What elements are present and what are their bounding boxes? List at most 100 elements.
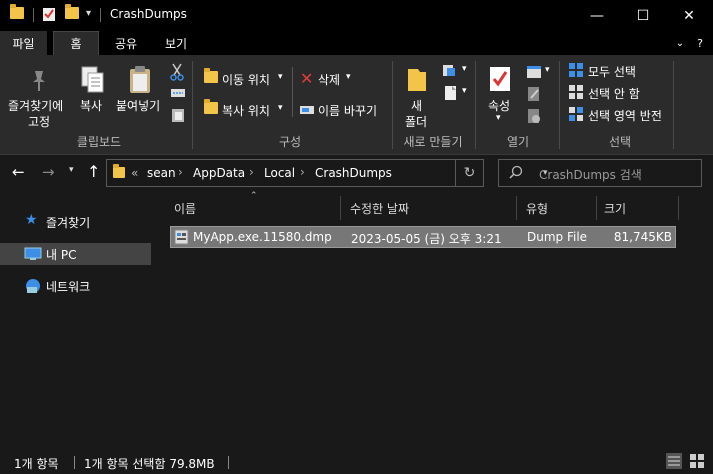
properties-dropdown-icon[interactable]: ▾ — [496, 113, 501, 123]
nav-item-network[interactable]: 네트워크 — [0, 275, 151, 297]
address-bar[interactable]: « sean › AppData › Local › CrashDumps ▾ … — [106, 159, 548, 187]
column-divider[interactable] — [340, 196, 341, 220]
properties-quick-access-icon[interactable] — [42, 6, 56, 25]
easy-access-icon[interactable] — [444, 85, 458, 104]
column-header-size[interactable]: 크기 — [598, 196, 678, 220]
file-name: MyApp.exe.11580.dmp — [193, 230, 332, 244]
new-folder-label[interactable]: 새 — [411, 97, 422, 114]
rename-button[interactable]: 이름 바꾸기 — [318, 102, 377, 119]
copy-icon[interactable] — [80, 65, 106, 98]
close-button[interactable]: ✕ — [666, 0, 712, 31]
breadcrumb-appdata[interactable]: AppData — [193, 166, 245, 180]
ribbon-expand-icon[interactable]: ⌄ — [672, 31, 688, 55]
tab-view[interactable]: 보기 — [157, 31, 195, 55]
column-header-modified[interactable]: 수정한 날짜 — [344, 196, 516, 220]
navigation-bar: ← → ▾ ↑ « sean › AppData › Local › Crash… — [0, 155, 713, 191]
nav-item-quick-access[interactable]: ★ 즐겨찾기 — [0, 211, 151, 233]
paste-label[interactable]: 붙여넣기 — [116, 97, 160, 114]
breadcrumb-separator-icon[interactable]: › — [249, 165, 254, 179]
divider — [74, 456, 75, 469]
pin-icon[interactable] — [28, 69, 50, 96]
breadcrumb-crashdumps[interactable]: CrashDumps — [315, 166, 392, 180]
easy-access-dropdown-icon[interactable]: ▾ — [462, 86, 467, 96]
new-item-icon[interactable] — [442, 63, 460, 82]
search-box[interactable]: CrashDumps 검색 — [498, 159, 702, 187]
file-modified: 2023-05-05 (금) 오후 3:21 — [351, 232, 502, 246]
help-icon[interactable]: ? — [692, 31, 708, 55]
paste-shortcut-icon[interactable] — [171, 107, 185, 126]
breadcrumb-local[interactable]: Local — [264, 166, 295, 180]
forward-arrow-icon[interactable]: → — [42, 163, 55, 181]
column-divider[interactable] — [678, 196, 679, 220]
cut-icon[interactable] — [170, 63, 184, 84]
select-none-button[interactable]: 선택 안 함 — [588, 85, 640, 102]
breadcrumb-separator-icon[interactable]: › — [300, 165, 305, 179]
copy-path-icon[interactable] — [170, 87, 186, 102]
delete-dropdown-icon[interactable]: ▾ — [346, 72, 351, 82]
ribbon-tab-bar: 파일 홈 공유 보기 ⌄ ? — [0, 31, 713, 55]
column-header-name[interactable]: 이름 — [168, 196, 340, 220]
copy-label[interactable]: 복사 — [80, 97, 102, 114]
edit-icon[interactable] — [527, 86, 541, 105]
nav-item-label: 즐겨찾기 — [46, 216, 91, 230]
tab-share[interactable]: 공유 — [107, 31, 145, 55]
new-folder-label-2[interactable]: 폴더 — [405, 113, 427, 130]
network-icon — [24, 277, 42, 298]
new-folder-icon[interactable] — [406, 65, 428, 96]
minimize-button[interactable]: — — [574, 0, 620, 31]
group-divider — [673, 61, 674, 149]
breadcrumb-overflow[interactable]: « — [131, 166, 138, 180]
pin-to-quick-access-label-2[interactable]: 고정 — [28, 113, 50, 130]
move-to-dropdown-icon[interactable]: ▾ — [278, 72, 283, 82]
star-icon: ★ — [25, 212, 38, 228]
maximize-button[interactable]: ☐ — [620, 0, 666, 31]
select-all-button[interactable]: 모두 선택 — [588, 63, 636, 80]
rename-icon[interactable] — [299, 104, 315, 119]
recent-locations-icon[interactable]: ▾ — [69, 165, 74, 175]
copy-to-icon[interactable] — [204, 99, 218, 114]
invert-selection-icon[interactable] — [569, 107, 583, 124]
column-header-type[interactable]: 유형 — [520, 196, 596, 220]
status-selection: 1개 항목 선택함 79.8MB — [84, 457, 215, 471]
delete-icon[interactable]: ✕ — [300, 69, 313, 88]
tab-file[interactable]: 파일 — [0, 31, 47, 55]
back-arrow-icon[interactable]: ← — [12, 163, 25, 181]
history-icon[interactable] — [527, 108, 541, 127]
up-arrow-icon[interactable]: ↑ — [87, 162, 100, 181]
move-to-button[interactable]: 이동 위치 — [222, 71, 270, 88]
select-all-icon[interactable] — [569, 63, 583, 80]
file-type: Dump File — [527, 230, 588, 244]
paste-icon[interactable] — [128, 65, 152, 98]
search-placeholder[interactable]: CrashDumps 검색 — [539, 166, 642, 183]
properties-icon[interactable] — [488, 65, 512, 96]
column-header-label: 유형 — [526, 202, 549, 216]
copy-to-button[interactable]: 복사 위치 — [222, 102, 270, 119]
divider — [228, 456, 229, 469]
table-row[interactable]: MyApp.exe.11580.dmp 2023-05-05 (금) 오후 3:… — [170, 226, 676, 248]
column-divider[interactable] — [596, 196, 597, 220]
column-header-label: 이름 — [174, 202, 197, 216]
delete-button[interactable]: 삭제 — [318, 71, 340, 88]
column-divider[interactable] — [516, 196, 517, 220]
open-icon[interactable] — [526, 65, 542, 82]
new-item-dropdown-icon[interactable]: ▾ — [462, 64, 467, 74]
details-view-icon[interactable] — [666, 453, 682, 472]
large-icons-view-icon[interactable] — [689, 453, 705, 472]
open-dropdown-icon[interactable]: ▾ — [545, 65, 550, 75]
move-to-icon[interactable] — [204, 68, 218, 83]
select-none-icon[interactable] — [569, 85, 583, 102]
quick-access-dropdown-icon[interactable]: ▾ — [86, 8, 91, 19]
tab-home[interactable]: 홈 — [53, 31, 99, 55]
properties-label[interactable]: 속성 — [488, 97, 510, 114]
refresh-icon[interactable]: ↻ — [455, 160, 483, 186]
new-folder-quick-access-icon[interactable] — [65, 4, 79, 19]
pin-to-quick-access-label[interactable]: 즐겨찾기에 — [8, 97, 63, 114]
copy-to-dropdown-icon[interactable]: ▾ — [278, 103, 283, 113]
select-group-label: 선택 — [608, 135, 632, 149]
breadcrumb-sean[interactable]: sean — [147, 166, 176, 180]
clipboard-group-label: 클립보드 — [76, 135, 122, 149]
group-divider — [559, 61, 560, 149]
invert-selection-button[interactable]: 선택 영역 반전 — [588, 107, 662, 124]
nav-item-this-pc[interactable]: 내 PC — [0, 243, 151, 265]
breadcrumb-separator-icon[interactable]: › — [178, 165, 183, 179]
